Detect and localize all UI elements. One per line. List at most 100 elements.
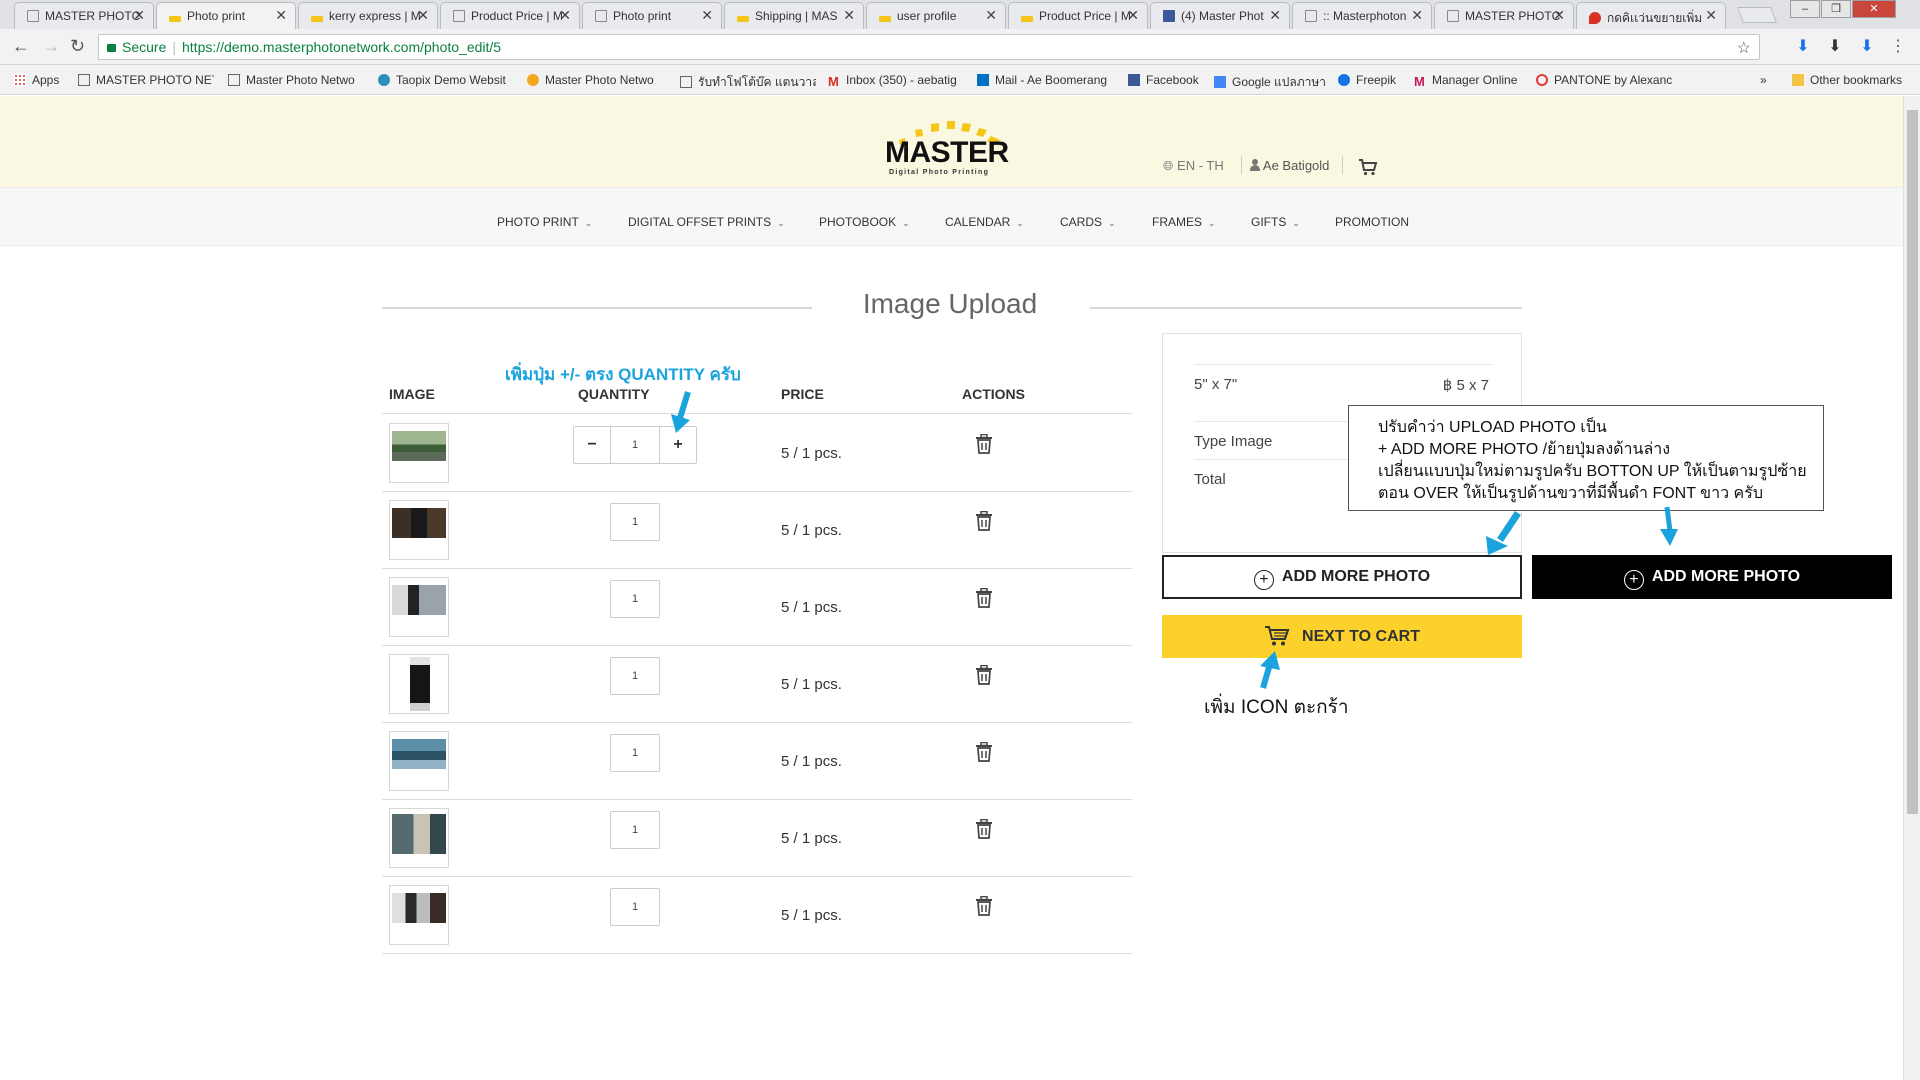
page-scrollbar[interactable] — [1903, 96, 1920, 1080]
master-logo[interactable]: MASTER Digital Photo Printing — [885, 114, 1015, 179]
photo-thumbnail[interactable] — [389, 500, 449, 560]
other-bookmarks-folder[interactable]: Other bookmarks — [1792, 73, 1902, 87]
bookmark-item[interactable]: รับทำโฟโต้บ๊ค แตนวาล 8 — [680, 73, 816, 92]
add-more-photo-button[interactable]: + ADD MORE PHOTO — [1162, 555, 1522, 599]
close-tab-icon[interactable]: ✕ — [1553, 7, 1565, 24]
browser-tab[interactable]: user profile ✕ — [866, 2, 1006, 29]
close-tab-icon[interactable]: ✕ — [1411, 7, 1423, 24]
gmail-icon: M — [1414, 74, 1425, 88]
annotation-arrow-icon — [1486, 511, 1521, 555]
trash-icon[interactable] — [975, 511, 993, 531]
address-bar: ← → ↻ Secure | https://demo.masterphotonet… — [0, 29, 1920, 65]
cart-icon[interactable] — [1358, 158, 1378, 176]
add-more-photo-button-hover[interactable]: + ADD MORE PHOTO — [1532, 555, 1892, 599]
minimize-icon[interactable]: – — [1790, 0, 1820, 18]
browser-tab[interactable]: MASTER PHOTC ✕ — [14, 2, 154, 29]
trash-icon[interactable] — [975, 588, 993, 608]
bookmark-item[interactable]: Taopix Demo Websit — [378, 73, 514, 87]
nav-frames[interactable]: FRAMES ⌄ — [1152, 215, 1216, 229]
bookmark-item[interactable]: Master Photo Netwo — [228, 73, 364, 87]
nav-promotion[interactable]: PROMOTION — [1335, 215, 1409, 229]
browser-tab-active[interactable]: Photo print ✕ — [156, 2, 296, 29]
bookmark-item[interactable]: Google แปลภาษา — [1214, 73, 1334, 92]
bookmark-item[interactable]: PANTONE by Alexanc — [1536, 73, 1672, 87]
browser-tab[interactable]: Product Price | M ✕ — [440, 2, 580, 29]
bookmark-item[interactable]: Facebook — [1128, 73, 1228, 87]
browser-tab[interactable]: Product Price | M ✕ — [1008, 2, 1148, 29]
close-tab-icon[interactable]: ✕ — [1269, 7, 1281, 24]
browser-tab[interactable]: MASTER PHOTC ✕ — [1434, 2, 1574, 29]
save-extension-icon[interactable]: ⬇ — [1859, 38, 1875, 56]
bookmark-item[interactable]: Freepik — [1338, 73, 1418, 87]
photo-thumbnail[interactable] — [389, 423, 449, 483]
browser-tab[interactable]: Photo print ✕ — [582, 2, 722, 29]
trash-icon[interactable] — [975, 896, 993, 916]
photo-thumbnail[interactable] — [389, 885, 449, 945]
close-tab-icon[interactable]: ✕ — [1127, 7, 1139, 24]
bookmark-apps[interactable]: Apps — [14, 73, 59, 87]
trash-icon[interactable] — [975, 434, 993, 454]
close-tab-icon[interactable]: ✕ — [417, 7, 429, 24]
browser-tab[interactable]: :: Masterphoton ✕ — [1292, 2, 1432, 29]
close-tab-icon[interactable]: ✕ — [1705, 7, 1717, 24]
photo-thumbnail[interactable] — [389, 577, 449, 637]
language-switch[interactable]: 🌐︎ EN - TH — [1163, 158, 1224, 174]
close-tab-icon[interactable]: ✕ — [559, 7, 571, 24]
close-window-icon[interactable]: ✕ — [1852, 0, 1896, 18]
nav-digital-offset-prints[interactable]: DIGITAL OFFSET PRINTS ⌄ — [628, 215, 785, 229]
download-icon[interactable]: ⬇ — [1827, 38, 1843, 56]
close-tab-icon[interactable]: ✕ — [701, 7, 713, 24]
reload-icon[interactable]: ↻ — [70, 36, 85, 57]
trash-icon[interactable] — [975, 665, 993, 685]
new-tab-button[interactable] — [1737, 7, 1777, 23]
maximize-icon[interactable]: ❐ — [1821, 0, 1851, 18]
back-arrow-icon[interactable]: ← — [12, 36, 30, 57]
bookmark-item[interactable]: Mail - Ae Boomerang — [977, 73, 1113, 87]
forward-arrow-icon[interactable]: → — [42, 36, 60, 57]
photo-thumbnail[interactable] — [389, 654, 449, 714]
menu-kebab-icon[interactable]: ⋮ — [1890, 38, 1906, 56]
browser-tab[interactable]: kerry express | M ✕ — [298, 2, 438, 29]
quantity-input[interactable]: 1 — [610, 888, 660, 926]
quantity-input[interactable]: 1 — [610, 426, 660, 464]
quantity-input[interactable]: 1 — [610, 657, 660, 695]
close-tab-icon[interactable]: ✕ — [275, 7, 287, 24]
tab-title: (4) Master Phot — [1181, 9, 1264, 23]
taopix-icon — [378, 74, 390, 86]
type-image-label: Type Image — [1194, 433, 1273, 450]
bookmark-item[interactable]: MASTER PHOTO NET — [78, 73, 214, 87]
nav-label: PHOTO PRINT — [497, 215, 579, 229]
nav-photobook[interactable]: PHOTOBOOK ⌄ — [819, 215, 910, 229]
photo-thumbnail[interactable] — [389, 808, 449, 868]
nav-photo-print[interactable]: PHOTO PRINT ⌄ — [497, 215, 592, 229]
bookmark-star-icon[interactable]: ☆ — [1737, 38, 1751, 58]
browser-tab[interactable]: Shipping | MAS ✕ — [724, 2, 864, 29]
nav-gifts[interactable]: GIFTS ⌄ — [1251, 215, 1300, 229]
browser-tab[interactable]: (4) Master Phot ✕ — [1150, 2, 1290, 29]
bookmarks-overflow-button[interactable]: » — [1760, 73, 1767, 87]
bookmark-item[interactable]: M Inbox (350) - aebatig — [828, 73, 964, 88]
quantity-input[interactable]: 1 — [610, 734, 660, 772]
trash-icon[interactable] — [975, 742, 993, 762]
user-account-link[interactable]: Ae Batigold — [1250, 158, 1329, 173]
next-to-cart-button[interactable]: NEXT TO CART — [1162, 615, 1522, 658]
quantity-input[interactable]: 1 — [610, 580, 660, 618]
quantity-decrement-button[interactable]: − — [573, 426, 611, 464]
download-extension-icon[interactable]: ⬇ — [1795, 38, 1811, 56]
close-tab-icon[interactable]: ✕ — [985, 7, 997, 24]
bookmark-item[interactable]: M Manager Online — [1414, 73, 1534, 88]
bookmark-item[interactable]: Master Photo Netwo — [527, 73, 663, 87]
trash-icon[interactable] — [975, 819, 993, 839]
annotation-arrow-icon — [671, 391, 691, 433]
browser-tab[interactable]: กดคิเเว่นขยายเพิ่ม ✕ — [1576, 2, 1726, 29]
photo-thumbnail[interactable] — [389, 731, 449, 791]
nav-calendar[interactable]: CALENDAR ⌄ — [945, 215, 1024, 229]
close-tab-icon[interactable]: ✕ — [133, 7, 145, 24]
close-tab-icon[interactable]: ✕ — [843, 7, 855, 24]
scrollbar-thumb[interactable] — [1907, 110, 1918, 814]
nav-cards[interactable]: CARDS ⌄ — [1060, 215, 1116, 229]
url-input[interactable]: Secure | https://demo.masterphotonetwork.c… — [98, 34, 1760, 60]
logo-wordmark: MASTER — [885, 136, 1009, 169]
quantity-input[interactable]: 1 — [610, 811, 660, 849]
quantity-input[interactable]: 1 — [610, 503, 660, 541]
